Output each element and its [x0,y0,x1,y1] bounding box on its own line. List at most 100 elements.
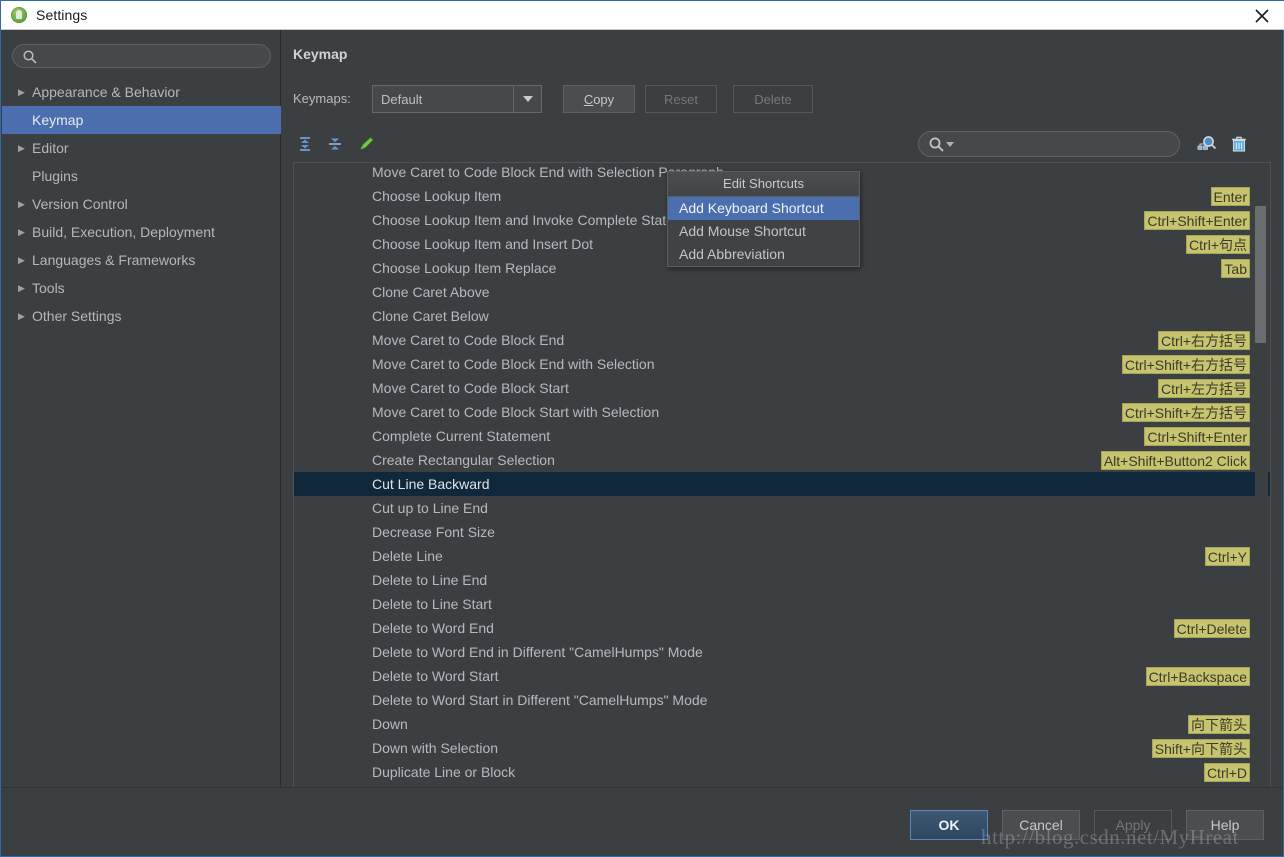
shortcut-badge: Ctrl+Shift+左方括号 [1121,403,1250,422]
sidebar-item-label: Plugins [32,168,78,184]
menu-item-add-keyboard-shortcut[interactable]: Add Keyboard Shortcut [668,197,859,220]
action-name: Delete to Line End [372,572,488,588]
sidebar-item-label: Other Settings [32,308,122,324]
shortcut-badge: Ctrl+右方括号 [1158,331,1250,350]
sidebar-item-label: Build, Execution, Deployment [32,224,215,240]
shortcut-badge: Ctrl+左方括号 [1158,379,1250,398]
keymap-panel: Keymap Keymaps: Default Copy Reset Delet… [282,30,1283,802]
chevron-right-icon[interactable]: ▶ [18,302,32,330]
copy-button-mnemonic: C [583,91,594,107]
search-input[interactable] [43,46,265,68]
shortcut-badge: 向下箭头 [1188,715,1250,734]
shortcut-badge: Enter [1210,187,1250,206]
table-row[interactable]: Delete to Line Start [294,592,1270,616]
chevron-right-icon[interactable]: ▶ [18,190,32,218]
table-row[interactable]: Delete to Word End Ctrl+Delete [294,616,1270,640]
sidebar-item-tools[interactable]: ▶ Tools [2,274,281,302]
sidebar-item-appearance-behavior[interactable]: ▶ Appearance & Behavior [2,78,281,106]
keymap-toolbar [282,130,1283,162]
settings-dialog: Settings ▶Appearance & Behavior▶Keymap▶E… [0,0,1284,857]
shortcut-badge: Ctrl+Shift+右方括号 [1121,355,1250,374]
action-name: Delete to Word Start in Different "Camel… [372,692,708,708]
table-row[interactable]: Delete to Word Start in Different "Camel… [294,688,1270,712]
sidebar-search[interactable] [12,44,271,68]
tree-spacer: ▶ [18,106,32,134]
sidebar-item-label: Appearance & Behavior [32,84,180,100]
android-studio-icon [11,7,27,23]
keymap-search[interactable] [918,131,1180,157]
sidebar-item-plugins[interactable]: ▶Plugins [2,162,281,190]
cancel-button[interactable]: Cancel [1002,810,1080,840]
list-scrollbar-track[interactable] [1255,164,1268,800]
close-icon[interactable] [1251,5,1273,27]
reset-button[interactable]: Reset [645,85,717,113]
help-button[interactable]: Help [1186,810,1264,840]
edit-shortcuts-context-menu: Edit Shortcuts Add Keyboard Shortcut Add … [667,171,860,267]
expand-all-icon[interactable] [293,132,317,156]
trash-icon[interactable] [1226,130,1252,158]
sidebar-item-label: Languages & Frameworks [32,252,196,268]
sidebar-item-version-control[interactable]: ▶ Version Control [2,190,281,218]
action-name: Delete to Line Start [372,596,492,612]
chevron-down-icon[interactable] [946,142,954,147]
table-row[interactable]: Complete Current Statement Ctrl+Shift+Ent… [294,424,1270,448]
shortcut-badge: Shift+向下箭头 [1151,739,1250,758]
list-scrollbar-thumb[interactable] [1255,206,1266,343]
sidebar-item-keymap[interactable]: ▶Keymap [2,106,281,134]
table-row[interactable]: Move Caret to Code Block End with Select… [294,352,1270,376]
delete-button[interactable]: Delete [733,85,813,113]
sidebar-item-label: Editor [32,140,69,156]
action-name: Choose Lookup Item and Invoke Complete S… [372,212,706,228]
table-row[interactable]: Cut up to Line End [294,496,1270,520]
chevron-right-icon[interactable]: ▶ [18,134,32,162]
table-row[interactable]: Down 向下箭头 [294,712,1270,736]
menu-item-add-mouse-shortcut[interactable]: Add Mouse Shortcut [668,220,859,243]
sidebar-item-languages-frameworks[interactable]: ▶ Languages & Frameworks [2,246,281,274]
keymaps-select[interactable]: Default [372,85,542,113]
action-name: Choose Lookup Item and Insert Dot [372,236,594,252]
shortcut-badge: Ctrl+Shift+Enter [1144,427,1250,446]
action-name: Delete to Word End [372,620,494,636]
table-row[interactable]: Move Caret to Code Block Start Ctrl+左方括号 [294,376,1270,400]
action-name: Duplicate Line or Block [372,764,516,780]
action-name: Choose Lookup Item Replace [372,260,557,276]
chevron-right-icon[interactable]: ▶ [18,218,32,246]
table-row[interactable]: Clone Caret Above [294,280,1270,304]
ok-button[interactable]: OK [910,810,988,840]
action-name: Choose Lookup Item [372,188,502,204]
table-row[interactable]: Create Rectangular Selection Alt+Shift+Bu… [294,448,1270,472]
settings-sidebar: ▶Appearance & Behavior▶Keymap▶Editor▶Plu… [2,30,281,787]
chevron-right-icon[interactable]: ▶ [18,274,32,302]
menu-item-add-abbreviation[interactable]: Add Abbreviation [668,243,859,266]
action-name: Cut up to Line End [372,500,488,516]
sidebar-item-label: Version Control [32,196,128,212]
action-name: Delete to Word Start [372,668,499,684]
table-row[interactable]: Down with Selection Shift+向下箭头 [294,736,1270,760]
chevron-right-icon[interactable]: ▶ [18,78,32,106]
table-row[interactable]: Decrease Font Size [294,520,1270,544]
table-row[interactable]: Delete to Word End in Different "CamelHu… [294,640,1270,664]
table-row[interactable]: Move Caret to Code Block Start with Sele… [294,400,1270,424]
table-row[interactable]: Delete to Word Start Ctrl+Backspace [294,664,1270,688]
table-row[interactable]: Clone Caret Below [294,304,1270,328]
find-by-shortcut-icon[interactable] [1194,130,1220,158]
table-row[interactable]: Cut Line Backward [294,472,1270,496]
table-row[interactable]: Delete to Line End [294,568,1270,592]
sidebar-item-other-settings[interactable]: ▶ Other Settings [2,302,281,330]
chevron-right-icon[interactable]: ▶ [18,246,32,274]
table-row[interactable]: Move Caret to Code Block End Ctrl+右方括号 [294,328,1270,352]
shortcut-badge: Ctrl+Backspace [1145,667,1250,686]
table-row[interactable]: Duplicate Line or Block Ctrl+D [294,760,1270,784]
shortcut-badge: Ctrl+句点 [1186,235,1250,254]
action-name: Complete Current Statement [372,428,551,444]
search-icon [22,49,38,70]
apply-button[interactable]: Apply [1094,810,1172,840]
sidebar-item-build-execution-deployment[interactable]: ▶ Build, Execution, Deployment [2,218,281,246]
sidebar-item-editor[interactable]: ▶ Editor [2,134,281,162]
keymap-search-input[interactable] [957,133,1175,157]
copy-button[interactable]: Copy [563,85,635,113]
collapse-all-icon[interactable] [323,132,347,156]
pencil-edit-icon[interactable] [354,132,378,156]
table-row[interactable]: Delete Line Ctrl+Y [294,544,1270,568]
shortcut-badge: Tab [1221,259,1250,278]
